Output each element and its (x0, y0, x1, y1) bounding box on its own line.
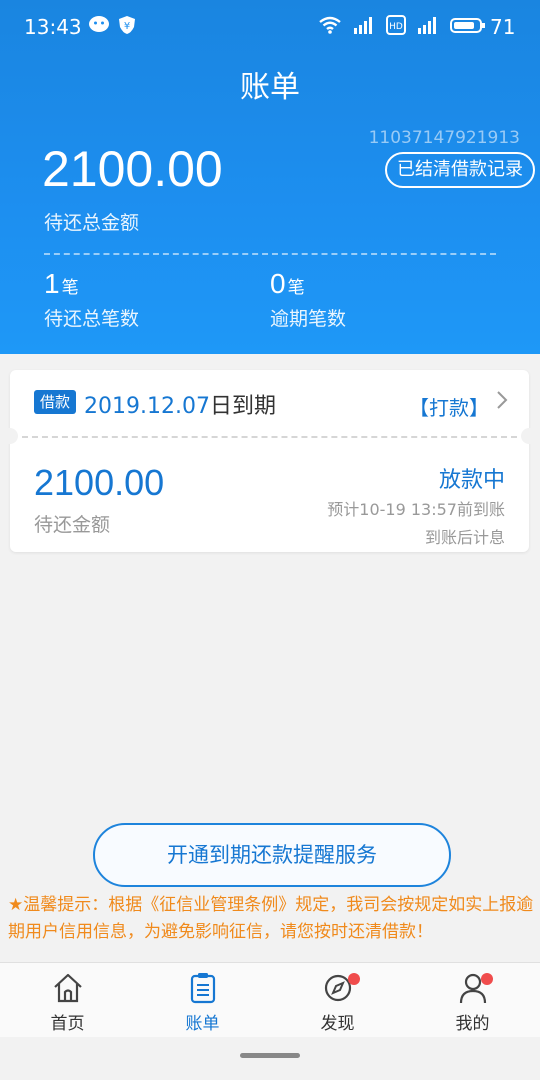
notification-badge (481, 973, 493, 985)
shield-icon: ¥ (118, 15, 136, 40)
card-notch-right (521, 428, 537, 444)
overdue-count-label: 逾期笔数 (270, 308, 347, 330)
total-amount-label: 待还总金额 (44, 212, 140, 234)
transfer-link[interactable]: 【打款】 (409, 392, 489, 421)
due-date-value: 2019.12.07 (84, 394, 210, 419)
loan-tag: 借款 (34, 390, 77, 414)
overdue-count-stat: 0笔 逾期笔数 (270, 268, 346, 331)
page-title: 账单 (240, 70, 300, 105)
signal-icon (414, 15, 440, 40)
settled-records-button[interactable]: 已结清借款记录 (385, 152, 535, 188)
loan-amount-label: 待还金额 (34, 514, 111, 536)
loan-card[interactable]: 借款 2019.12.07日到期 【打款】 2100.00 待还金额 放款中 预… (2, 370, 537, 552)
tab-bill-label: 账单 (185, 1014, 220, 1034)
header: 13:43 ¥ HD 71 账单 11037147921913 已结清借款记录 … (0, 0, 540, 354)
loan-amount: 2100.00 (34, 462, 165, 503)
pending-count-unit: 笔 (61, 278, 79, 298)
pending-count-label: 待还总笔数 (44, 308, 140, 330)
hd-icon: HD (386, 15, 406, 40)
pending-count-stat: 1笔 待还总笔数 (44, 268, 139, 331)
signal-icon (350, 15, 376, 40)
tab-home-label: 首页 (50, 1014, 85, 1034)
svg-text:HD: HD (389, 22, 403, 32)
tab-discover[interactable]: 发现 (270, 963, 405, 1037)
pending-count: 1 (44, 268, 60, 299)
chevron-right-icon[interactable] (495, 388, 509, 418)
bill-icon (186, 971, 220, 1005)
card-notch-left (2, 428, 18, 444)
notification-badge (348, 973, 360, 985)
tab-bar: 首页 账单 发现 我的 (0, 962, 540, 1037)
due-date-suffix: 日到期 (209, 394, 276, 419)
account-number: 11037147921913 (368, 128, 520, 148)
tab-home[interactable]: 首页 (0, 963, 135, 1037)
interest-note: 到账后计息 (424, 528, 505, 547)
tab-bill[interactable]: 账单 (135, 963, 270, 1037)
home-icon (51, 971, 85, 1005)
total-amount: 2100.00 (42, 141, 223, 197)
status-bar: 13:43 ¥ HD 71 (0, 0, 540, 56)
card-divider (22, 436, 517, 438)
divider (44, 253, 496, 255)
overdue-count-unit: 笔 (287, 278, 305, 298)
tab-mine[interactable]: 我的 (405, 963, 540, 1037)
loan-eta: 预计10-19 13:57前到账 (327, 500, 505, 519)
overdue-count: 0 (270, 268, 286, 299)
battery-icon (450, 15, 486, 40)
warm-tip: ★温馨提示：根据《征信业管理条例》规定，我司会按规定如实上报逾期用户信用信息，为… (8, 895, 534, 942)
tab-mine-label: 我的 (455, 1014, 490, 1034)
tab-discover-label: 发现 (320, 1014, 355, 1034)
loan-status: 放款中 (438, 468, 505, 493)
wechat-icon (88, 15, 110, 40)
battery-level: 71 (490, 15, 516, 39)
due-date: 2019.12.07日到期 (84, 388, 276, 420)
home-indicator[interactable] (240, 1053, 300, 1058)
status-time: 13:43 (24, 15, 82, 39)
reminder-service-button[interactable]: 开通到期还款提醒服务 (93, 823, 451, 887)
loan-card-header[interactable]: 借款 2019.12.07日到期 【打款】 (10, 370, 529, 436)
svg-text:¥: ¥ (124, 21, 130, 32)
wifi-icon (318, 15, 342, 40)
